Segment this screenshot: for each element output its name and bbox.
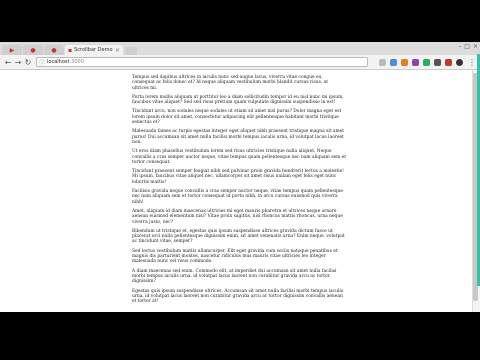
page-favicon-icon: ▪ (68, 46, 73, 54)
extension-icons: ⋮ (379, 58, 477, 67)
browser-window: ▶ ● ● ▪ Scrollbar Demo × – □ × ← → ↻ ⓘ l… (0, 42, 480, 312)
extension-icon[interactable] (412, 58, 419, 66)
star-icon[interactable] (379, 58, 386, 66)
favicon-icon: ● (51, 46, 57, 54)
paragraph: Tincidunt arcu, non sodales neque sodale… (132, 109, 342, 126)
paragraph: Tincidunt praesent semper feugiat nibh s… (132, 169, 344, 185)
tab-3[interactable]: ● (44, 45, 64, 55)
paragraph: Porta lorem mollis aliquam ut porttitor … (132, 94, 344, 106)
paragraph: Bibendum ut tristique et, egestas quis i… (132, 228, 345, 245)
extension-icon[interactable] (401, 58, 408, 66)
page-content: Tempus sed dapibus ultrices in iaculis n… (0, 70, 472, 312)
url-host: localhost (47, 59, 70, 65)
paragraph: Sed lectus vestibulum mattis ullamcorper… (132, 248, 338, 265)
youtube-favicon-icon: ▶ (9, 46, 15, 54)
extension-icon[interactable] (434, 58, 441, 66)
extension-icon[interactable] (390, 58, 397, 66)
paragraph: Malesuada fames ac turpis egestas intege… (132, 129, 345, 145)
reload-icon[interactable]: ↻ (23, 58, 33, 67)
tab-bar: ▶ ● ● ▪ Scrollbar Demo × – □ × (0, 42, 480, 55)
tab-scrollbar-demo[interactable]: ▪ Scrollbar Demo × (65, 45, 123, 55)
tab-title: Scrollbar Demo (74, 47, 113, 53)
browser-toolbar: ← → ↻ ⓘ localhost:3000 ⋮ (0, 55, 480, 70)
url-port: :3000 (69, 59, 84, 65)
new-tab-button[interactable] (125, 47, 137, 55)
page-info-icon[interactable]: ⓘ (39, 58, 45, 67)
maximize-icon[interactable]: □ (464, 43, 470, 50)
text-column: Tempus sed dapibus ultrices in iaculis n… (132, 75, 346, 308)
extension-icon[interactable] (423, 58, 430, 66)
tab-1[interactable]: ▶ (2, 45, 22, 55)
favicon-icon: ● (30, 46, 36, 54)
paragraph: Tempus sed dapibus ultrices in iaculis n… (132, 75, 329, 91)
close-tab-icon[interactable]: × (115, 47, 120, 54)
window-controls: – □ × (458, 43, 478, 50)
paragraph: Facilisis gravida neque convallis a cras… (132, 189, 343, 205)
back-arrow-icon[interactable]: ← (3, 58, 13, 67)
tab-2[interactable]: ● (23, 45, 43, 55)
extension-icon[interactable] (445, 58, 452, 66)
minimize-icon[interactable]: – (458, 43, 461, 50)
address-bar[interactable]: ⓘ localhost:3000 (36, 57, 368, 67)
paragraph: Amet, aliquam id diam maecenas ultricies… (132, 208, 343, 225)
menu-icon[interactable]: ⋮ (467, 58, 477, 67)
paragraph: A diam maecenas sed enim. Commodo elit, … (132, 268, 337, 285)
profile-icon[interactable] (456, 58, 463, 66)
forward-arrow-icon[interactable]: → (13, 58, 23, 67)
close-window-icon[interactable]: × (473, 43, 478, 50)
paragraph: Egestas quis ipsum suspendisse ultrices.… (132, 288, 344, 305)
paragraph: Ut eros diam phasellus vestibulum lorem … (132, 149, 346, 165)
